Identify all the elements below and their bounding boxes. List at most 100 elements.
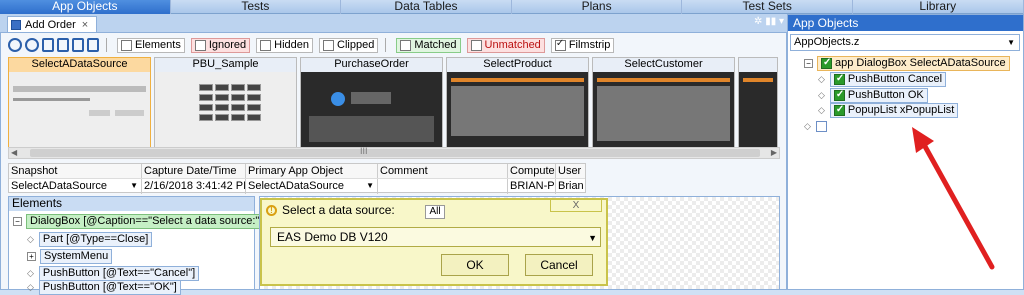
scroll-left-icon[interactable]: ◀ <box>11 148 17 157</box>
chevron-down-icon[interactable]: ▼ <box>366 179 374 193</box>
filter-elements[interactable]: Elements <box>117 37 185 53</box>
scroll-right-icon[interactable]: ▶ <box>771 148 777 157</box>
zoom-in-icon[interactable] <box>8 38 22 52</box>
leaf-diamond-icon: ◇ <box>818 74 825 84</box>
comment-field[interactable] <box>378 179 508 194</box>
chevron-down-icon[interactable]: ▼ <box>130 179 138 193</box>
ok-button[interactable]: OK <box>441 254 509 276</box>
chevron-down-icon[interactable]: ▼ <box>588 229 597 247</box>
checked-checkbox-icon[interactable] <box>821 56 832 69</box>
tree-node-label[interactable]: Part [@Type==Close] <box>38 232 153 247</box>
user-cell: Brian <box>558 180 584 192</box>
filmstrip-item-selectcustomer[interactable]: SelectCustomer <box>592 57 735 147</box>
app-tree-node-root[interactable]: − app DialogBox SelectADataSource <box>804 56 1010 71</box>
column-header[interactable]: Comment <box>378 164 508 178</box>
tab-tools[interactable]: ✲ ▮▮ ▾ <box>738 16 784 30</box>
filmstrip-checkbox[interactable] <box>554 38 566 51</box>
tree-node-dialogbox[interactable]: − DialogBox [@Caption=="Select a data so… <box>13 214 267 229</box>
filter-hidden[interactable]: Hidden <box>256 37 314 53</box>
app-tree-node-text: PushButton Cancel <box>847 73 943 85</box>
app-tree-node-label[interactable]: app DialogBox SelectADataSource <box>817 56 1010 71</box>
filmstrip-item-selectproduct[interactable]: SelectProduct <box>446 57 589 147</box>
unmatched-checkbox[interactable] <box>470 39 482 51</box>
all-button[interactable]: All <box>425 205 445 219</box>
app-objects-file-select[interactable]: AppObjects.z ▼ <box>790 34 1020 51</box>
checked-checkbox-icon[interactable] <box>833 72 845 85</box>
dialog-title-text: Select a data source: <box>282 203 395 217</box>
snapshot-select[interactable]: SelectADataSource ▼ <box>9 179 142 194</box>
tree-node-label[interactable]: SystemMenu <box>40 249 113 264</box>
computer-cell: BRIAN-PC <box>510 179 556 194</box>
filmstrip-item-label: SelectProduct <box>447 58 588 72</box>
empty-checkbox[interactable] <box>815 121 827 132</box>
app-tree-node-label[interactable]: PopupList xPopupList <box>829 103 959 118</box>
collapse-icon[interactable]: − <box>13 217 22 226</box>
data-source-value: EAS Demo DB V120 <box>277 230 388 244</box>
preview-dialog[interactable]: ! Select a data source: All X EAS Demo D… <box>260 198 608 286</box>
tree-node-part-close[interactable]: ◇ Part [@Type==Close] <box>27 232 153 247</box>
collapse-icon[interactable]: − <box>804 59 813 68</box>
elements-checkbox[interactable] <box>121 39 132 51</box>
checked-checkbox-icon[interactable] <box>833 88 845 101</box>
data-source-dropdown[interactable]: EAS Demo DB V120 ▼ <box>270 227 601 247</box>
nav-tab-data-tables[interactable]: Data Tables <box>341 0 512 14</box>
expand-icon[interactable]: + <box>27 252 36 261</box>
snapshot-table: Snapshot Capture Date/Time Primary App O… <box>8 163 586 194</box>
expand-all-icon[interactable] <box>57 38 69 52</box>
column-header[interactable]: User <box>556 164 585 178</box>
primary-app-object-select[interactable]: SelectADataSource ▼ <box>246 179 378 194</box>
filmstrip-item-label: PurchaseOrder <box>301 58 442 72</box>
close-tab-icon[interactable]: × <box>82 19 88 31</box>
filmstrip-item-selectadatasource[interactable]: SelectADataSource <box>8 57 151 147</box>
filter-filmstrip[interactable]: Filmstrip <box>550 37 615 53</box>
hidden-checkbox[interactable] <box>260 39 272 51</box>
close-icon[interactable]: X <box>550 200 602 212</box>
app-tree-node-popuplist[interactable]: ◇ PopupList xPopupList <box>818 103 959 118</box>
document-tab-add-order[interactable]: Add Order × <box>7 16 97 32</box>
tree-node-label[interactable]: PushButton [@Text=="Cancel"] <box>38 266 200 281</box>
fit-height-icon[interactable] <box>87 38 99 52</box>
filter-ignored[interactable]: Ignored <box>190 37 251 53</box>
filmstrip-item-pbu-sample[interactable]: PBU_Sample <box>154 57 297 147</box>
app-tree-node-empty[interactable]: ◇ <box>804 119 830 134</box>
fit-to-window-icon[interactable] <box>42 38 54 52</box>
capture-date-cell: 2/16/2018 3:41:42 PM <box>144 179 246 194</box>
nav-tab-tests[interactable]: Tests <box>171 0 342 14</box>
fit-width-icon[interactable] <box>72 38 84 52</box>
nav-tab-library[interactable]: Library <box>853 0 1024 14</box>
document-tab-strip <box>0 14 787 32</box>
leaf-diamond-icon: ◇ <box>27 234 34 244</box>
tree-node-pushbutton-cancel[interactable]: ◇ PushButton [@Text=="Cancel"] <box>27 266 200 281</box>
ignored-checkbox[interactable] <box>194 39 206 51</box>
filmstrip-item-partial[interactable] <box>738 57 778 147</box>
filter-matched[interactable]: Matched <box>396 37 461 53</box>
chevron-down-icon[interactable]: ▼ <box>1007 35 1015 50</box>
column-header[interactable]: Snapshot <box>9 164 142 178</box>
app-tree-node-label[interactable]: PushButton Cancel <box>829 72 947 87</box>
nav-tab-app-objects[interactable]: App Objects <box>0 0 171 14</box>
cancel-button[interactable]: Cancel <box>525 254 593 276</box>
nav-tab-test-sets[interactable]: Test Sets <box>682 0 853 14</box>
scrollbar-thumb[interactable]: III <box>30 146 760 157</box>
zoom-out-icon[interactable] <box>25 38 39 52</box>
filter-clipped[interactable]: Clipped <box>319 37 379 53</box>
tree-node-label[interactable]: PushButton [@Text=="OK"] <box>38 280 181 295</box>
checked-checkbox-icon[interactable] <box>833 103 845 116</box>
app-tree-node-pushbutton-ok[interactable]: ◇ PushButton OK <box>818 88 928 103</box>
filmstrip-item-label: SelectADataSource <box>9 58 150 72</box>
nav-tab-plans[interactable]: Plans <box>512 0 683 14</box>
filmstrip-item-purchaseorder[interactable]: PurchaseOrder <box>300 57 443 147</box>
filter-unmatched[interactable]: Unmatched <box>466 37 545 53</box>
leaf-diamond-icon: ◇ <box>818 90 825 100</box>
column-header[interactable]: Capture Date/Time <box>142 164 246 178</box>
clipped-checkbox[interactable] <box>323 39 335 51</box>
column-header[interactable]: Computer <box>508 164 556 178</box>
app-tree-node-label[interactable]: PushButton OK <box>829 88 928 103</box>
column-header[interactable]: Primary App Object <box>246 164 378 178</box>
table-row[interactable]: SelectADataSource ▼ 2/16/2018 3:41:42 PM … <box>9 179 585 194</box>
tree-node-pushbutton-ok[interactable]: ◇ PushButton [@Text=="OK"] <box>27 280 181 295</box>
matched-checkbox[interactable] <box>400 39 412 51</box>
app-tree-node-pushbutton-cancel[interactable]: ◇ PushButton Cancel <box>818 72 947 87</box>
tree-node-label[interactable]: DialogBox [@Caption=="Select a data sour… <box>26 214 267 229</box>
tree-node-systemmenu[interactable]: + SystemMenu <box>27 249 113 264</box>
